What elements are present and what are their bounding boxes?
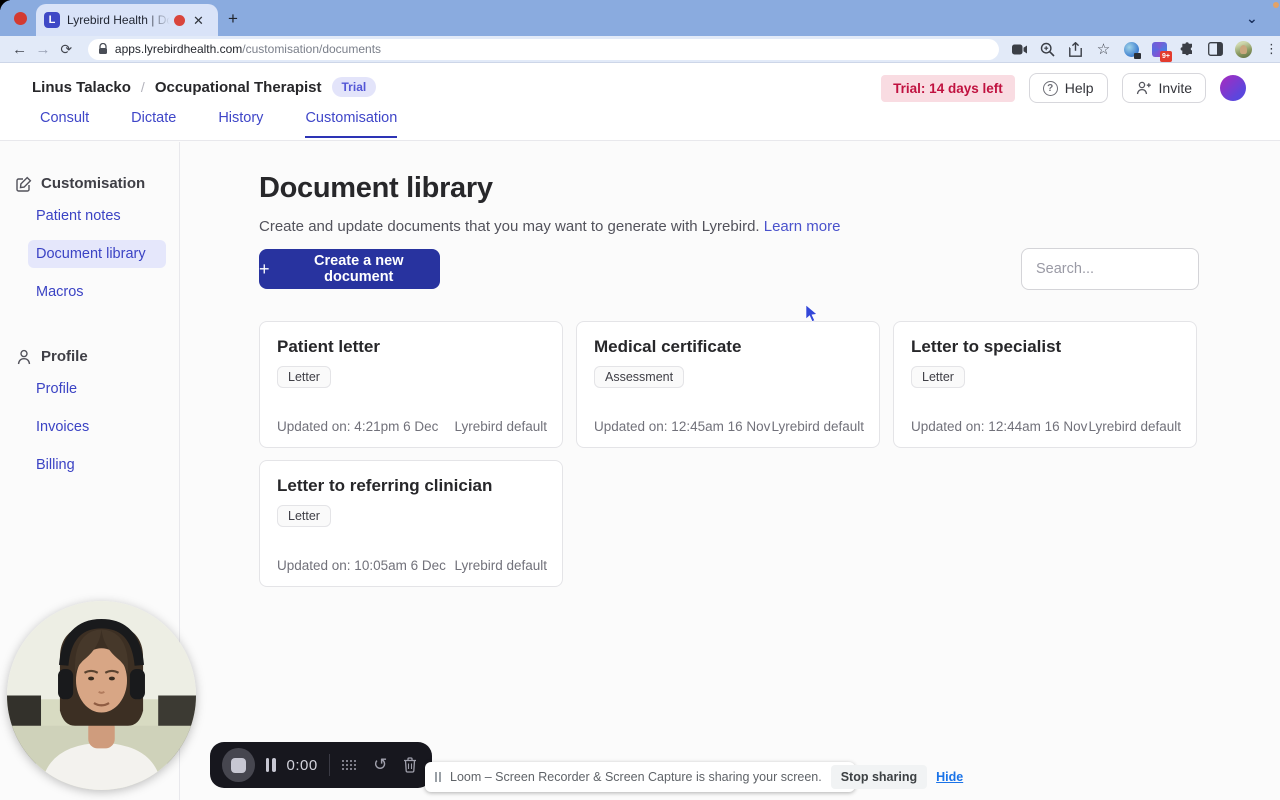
side-panel-icon[interactable]: [1207, 41, 1224, 58]
updated-timestamp: Updated on: 10:05am 6 Dec: [277, 558, 446, 573]
webcam-person: [7, 601, 196, 790]
browser-profile-avatar[interactable]: [1235, 40, 1252, 58]
document-card-grid: Patient letter Letter Updated on: 4:21pm…: [259, 321, 1199, 587]
share-icon[interactable]: [1067, 41, 1084, 58]
sharing-pause-icon: [435, 772, 441, 782]
updated-timestamp: Updated on: 4:21pm 6 Dec: [277, 419, 439, 434]
corner-notification-dot: [1273, 2, 1279, 8]
loom-control-bar: 0:00 ↺: [210, 742, 432, 788]
document-type-badge: Letter: [911, 366, 965, 388]
recording-timer: 0:00: [286, 756, 318, 774]
document-card-patient-letter[interactable]: Patient letter Letter Updated on: 4:21pm…: [259, 321, 563, 448]
zoom-icon[interactable]: [1039, 41, 1056, 58]
document-type-badge: Letter: [277, 366, 331, 388]
hide-sharing-bar-link[interactable]: Hide: [936, 770, 963, 784]
extensions-puzzle-icon[interactable]: [1179, 41, 1196, 58]
forward-icon[interactable]: →: [31, 41, 54, 58]
browser-menu-icon[interactable]: ⋮: [1263, 41, 1280, 58]
sidebar-item-patient-notes[interactable]: Patient notes: [28, 202, 166, 230]
webcam-preview[interactable]: [7, 601, 196, 790]
app-header: Linus Talacko / Occupational Therapist T…: [0, 63, 1280, 141]
stop-recording-button[interactable]: [222, 748, 255, 782]
sidebar-item-invoices[interactable]: Invoices: [28, 413, 166, 441]
help-icon: ?: [1042, 80, 1058, 96]
document-source: Lyrebird default: [454, 419, 547, 434]
user-name: Linus Talacko: [32, 78, 131, 96]
url-host: apps.lyrebirdhealth.com: [114, 42, 243, 56]
url-path: /customisation/documents: [242, 42, 382, 56]
stop-sharing-button[interactable]: Stop sharing: [830, 765, 928, 789]
create-document-button[interactable]: + Create a new document: [259, 249, 440, 289]
url-bar[interactable]: apps.lyrebirdhealth.com/customisation/do…: [87, 38, 999, 60]
document-card-letter-to-specialist[interactable]: Letter to specialist Letter Updated on: …: [893, 321, 1197, 448]
browser-tab-strip: L Lyrebird Health | Documen ✕ + ⌄: [0, 0, 1280, 36]
sharing-message: Loom – Screen Recorder & Screen Capture …: [450, 770, 822, 784]
edit-square-icon: [16, 176, 32, 192]
screen: L Lyrebird Health | Documen ✕ + ⌄ ← → ⟳ …: [0, 0, 1280, 800]
updated-timestamp: Updated on: 12:44am 16 Nov: [911, 419, 1088, 434]
tab-customisation[interactable]: Customisation: [305, 110, 398, 138]
reload-icon[interactable]: ⟳: [55, 41, 78, 58]
document-type-badge: Assessment: [594, 366, 685, 388]
search-input[interactable]: [1021, 248, 1199, 290]
document-source: Lyrebird default: [454, 558, 547, 573]
document-card-medical-certificate[interactable]: Medical certificate Assessment Updated o…: [576, 321, 880, 448]
main-content: Document library Create and update docum…: [181, 142, 1280, 800]
trial-badge: Trial: [331, 77, 377, 97]
learn-more-link[interactable]: Learn more: [764, 218, 841, 235]
sidebar-item-macros[interactable]: Macros: [28, 278, 166, 306]
sidebar-item-profile[interactable]: Profile: [28, 375, 166, 403]
restart-recording-icon[interactable]: ↺: [371, 755, 390, 775]
screen-sharing-bar: Loom – Screen Recorder & Screen Capture …: [425, 762, 963, 792]
extension-loom-icon[interactable]: [1123, 41, 1141, 59]
sidebar-section-customisation: Customisation: [16, 175, 179, 192]
trial-days-left-banner: Trial: 14 days left: [881, 74, 1015, 102]
invite-person-icon: [1136, 81, 1151, 95]
tab-search-chevron-icon[interactable]: ⌄: [1246, 10, 1258, 27]
delete-recording-icon[interactable]: [401, 757, 420, 773]
document-source: Lyrebird default: [1088, 419, 1181, 434]
updated-timestamp: Updated on: 12:45am 16 Nov: [594, 419, 771, 434]
new-tab-button[interactable]: +: [228, 9, 238, 29]
back-icon[interactable]: ←: [8, 41, 31, 58]
document-source: Lyrebird default: [771, 419, 864, 434]
invite-button[interactable]: Invite: [1121, 73, 1206, 103]
browser-tab[interactable]: L Lyrebird Health | Documen ✕: [36, 4, 218, 36]
primary-nav: Consult Dictate History Customisation: [40, 110, 398, 138]
user-role: Occupational Therapist: [154, 78, 322, 96]
page-title: Document library: [259, 172, 493, 204]
sidebar-item-document-library[interactable]: Document library: [28, 240, 166, 268]
tab-consult[interactable]: Consult: [40, 110, 89, 138]
bookmark-star-icon[interactable]: ☆: [1095, 41, 1112, 58]
extension-colorful-icon[interactable]: 9+: [1151, 41, 1172, 62]
sidebar-section-profile: Profile: [16, 348, 179, 365]
document-card-letter-to-referring-clinician[interactable]: Letter to referring clinician Letter Upd…: [259, 460, 563, 587]
lyrebird-favicon: L: [44, 12, 60, 28]
user-avatar[interactable]: [1220, 75, 1246, 101]
breadcrumb: Linus Talacko / Occupational Therapist T…: [32, 77, 377, 97]
recording-indicator-dot: [14, 12, 27, 25]
plus-icon: +: [259, 258, 270, 279]
person-icon: [17, 349, 31, 364]
lock-icon: [98, 43, 107, 54]
page-description: Create and update documents that you may…: [259, 218, 841, 235]
camera-icon[interactable]: [1011, 41, 1028, 58]
tab-history[interactable]: History: [218, 110, 263, 138]
tab-recording-dot: [174, 14, 185, 26]
extension-badge: 9+: [1160, 51, 1172, 62]
effects-grid-icon[interactable]: [341, 759, 360, 771]
help-button[interactable]: ? Help: [1028, 73, 1108, 103]
document-type-badge: Letter: [277, 505, 331, 527]
mouse-cursor: [805, 305, 818, 323]
tab-title: Lyrebird Health | Documen: [67, 13, 172, 27]
sidebar-item-billing[interactable]: Billing: [28, 451, 166, 479]
browser-toolbar: ← → ⟳ apps.lyrebirdhealth.com/customisat…: [0, 36, 1280, 63]
pause-recording-button[interactable]: [265, 758, 276, 772]
tab-close-icon[interactable]: ✕: [193, 14, 204, 27]
tab-dictate[interactable]: Dictate: [131, 110, 176, 138]
